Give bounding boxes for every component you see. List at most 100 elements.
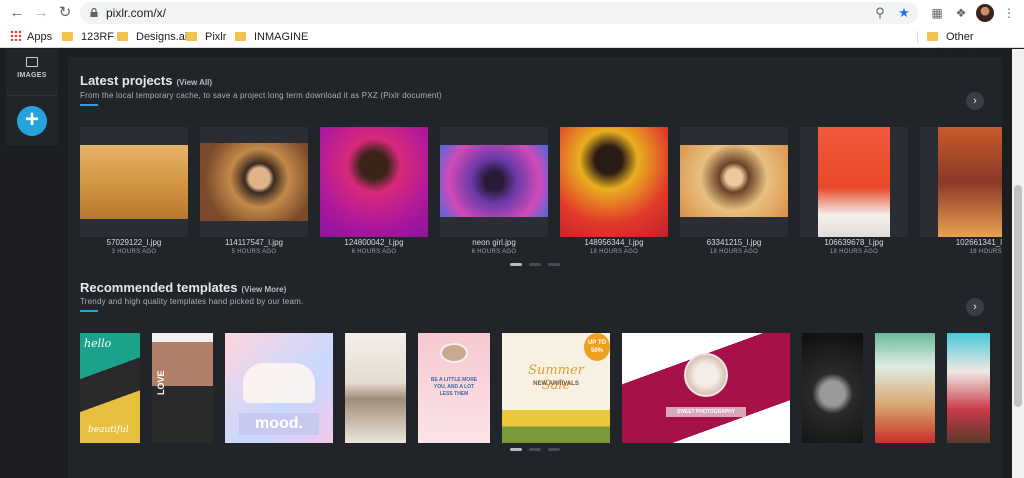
template-card[interactable]: UP TO 50% Summer Sale NEW ARRIVALS — [502, 333, 610, 443]
project-card[interactable]: 124800042_l.jpg 6 HOURS AGO — [320, 127, 428, 255]
template-text: SWEET PHOTOGRAPHY — [666, 407, 746, 417]
images-label: IMAGES — [17, 72, 47, 79]
project-name: 124800042_l.jpg — [344, 238, 404, 247]
project-name: 114117547_l.jpg — [225, 238, 283, 247]
page-dot[interactable] — [510, 448, 522, 451]
folder-icon — [235, 32, 246, 41]
project-thumbnail — [80, 145, 188, 219]
project-card[interactable]: 114117547_l.jpg 5 HOURS AGO — [200, 127, 308, 255]
templates-next-arrow[interactable]: › — [966, 298, 984, 316]
project-card[interactable]: 148956344_l.jpg 18 HOURS AGO — [560, 127, 668, 255]
template-card[interactable] — [345, 333, 406, 443]
forward-icon[interactable]: → — [32, 4, 50, 22]
latest-projects-subtitle: From the local temporary cache, to save … — [80, 91, 442, 100]
star-icon[interactable]: ★ — [896, 5, 912, 21]
projects-next-arrow[interactable]: › — [966, 92, 984, 110]
rail-divider — [6, 95, 58, 96]
template-text: LOVE — [156, 370, 166, 395]
project-time: 18 HOURS — [969, 249, 1002, 255]
menu-icon[interactable]: ⋮ — [1000, 4, 1018, 22]
back-icon[interactable]: ← — [8, 4, 26, 22]
scrollbar-track[interactable] — [1012, 49, 1024, 478]
shoe-image — [243, 363, 315, 403]
bookmark-apps[interactable]: Apps — [10, 29, 52, 45]
portrait-image — [440, 343, 468, 363]
section-accent — [80, 104, 98, 106]
page-dot[interactable] — [548, 448, 560, 451]
bookmark-other[interactable]: Other bookmarks — [927, 29, 1024, 59]
zoom-icon[interactable]: ⚲ — [872, 5, 888, 21]
project-thumbnail — [320, 127, 428, 237]
project-name: 57029122_l.jpg — [106, 238, 162, 247]
template-text: hello — [84, 337, 112, 350]
view-all-link[interactable]: (View All) — [176, 78, 212, 87]
reload-icon[interactable]: ↻ — [56, 4, 74, 22]
bookmark-123rf[interactable]: 123RF — [62, 29, 114, 45]
image-icon — [26, 57, 38, 67]
template-text: beautiful — [88, 425, 129, 435]
new-project-button[interactable]: + — [17, 106, 47, 136]
pixlr-app: IMAGES + Latest projects (View All) From … — [0, 49, 1012, 478]
bookmark-pixlr[interactable]: Pixlr — [186, 29, 226, 45]
project-time: 3 HOURS AGO — [111, 249, 157, 255]
images-tab[interactable]: IMAGES — [6, 49, 58, 95]
bookmarks-bar: Apps 123RF Designs.ai Pixlr INMAGINE Oth… — [0, 26, 1024, 59]
bookmark-designs-ai[interactable]: Designs.ai — [117, 29, 187, 45]
folder-icon — [186, 32, 197, 41]
page-dot[interactable] — [529, 263, 541, 266]
left-rail: IMAGES + — [6, 49, 58, 145]
folder-icon — [62, 32, 73, 41]
project-name: 148956344_l.jpg — [584, 238, 644, 247]
project-thumbnail — [440, 145, 548, 217]
project-thumbnail — [938, 127, 1002, 237]
address-bar[interactable]: pixlr.com/x/ ⚲ ★ — [80, 2, 918, 24]
lock-icon — [90, 8, 98, 17]
template-card[interactable] — [875, 333, 935, 443]
bookmark-inmagine[interactable]: INMAGINE — [235, 29, 308, 45]
templates-pagination — [510, 448, 560, 451]
page-dot[interactable] — [548, 263, 560, 266]
project-card[interactable]: neon girl.jpg 6 HOURS AGO — [440, 127, 548, 255]
project-card[interactable]: 57029122_l.jpg 3 HOURS AGO — [80, 127, 188, 255]
project-thumbnail — [818, 127, 890, 237]
template-card[interactable]: LOVE — [152, 333, 213, 443]
folder-icon — [117, 32, 128, 41]
latest-projects-title: Latest projects (View All) — [80, 73, 213, 88]
project-time: 18 HOURS AGO — [589, 249, 639, 255]
extension-icon[interactable]: ▦ — [928, 4, 946, 22]
page-dot[interactable] — [510, 263, 522, 266]
template-text: Summer Sale — [528, 363, 584, 393]
main-panel: Latest projects (View All) From the local… — [68, 57, 1002, 478]
project-name: 106639678_l.jpg — [824, 238, 884, 247]
templates-title: Recommended templates (View More) — [80, 280, 287, 295]
puzzle-icon[interactable]: ❖ — [952, 4, 970, 22]
portrait-image — [684, 353, 728, 397]
template-card[interactable] — [802, 333, 863, 443]
template-card[interactable]: SWEET PHOTOGRAPHY — [622, 333, 790, 443]
project-time: 6 HOURS AGO — [471, 249, 517, 255]
project-name: 102661341_l — [955, 238, 1002, 247]
template-text: NEW ARRIVALS — [533, 381, 579, 387]
template-card[interactable] — [947, 333, 990, 443]
projects-pagination — [510, 263, 560, 266]
project-card[interactable]: 102661341_l 18 HOURS — [920, 127, 1002, 255]
page-dot[interactable] — [529, 448, 541, 451]
project-card[interactable]: 63341215_l.jpg 18 HOURS AGO — [680, 127, 788, 255]
project-time: 18 HOURS AGO — [829, 249, 879, 255]
template-card[interactable]: hello beautiful — [80, 333, 140, 443]
project-time: 18 HOURS AGO — [709, 249, 759, 255]
profile-avatar[interactable] — [976, 4, 994, 22]
template-card[interactable]: mood. — [225, 333, 333, 443]
project-thumbnail — [200, 143, 308, 221]
templates-subtitle: Trendy and high quality templates hand p… — [80, 297, 304, 306]
apps-grid-icon — [10, 30, 21, 41]
project-card[interactable]: 106639678_l.jpg 18 HOURS AGO — [800, 127, 908, 255]
scrollbar-thumb[interactable] — [1014, 185, 1022, 407]
project-thumbnail — [560, 127, 668, 237]
view-more-link[interactable]: (View More) — [242, 285, 287, 294]
template-text: mood. — [239, 413, 319, 435]
template-card[interactable]: BE A LITTLE MORE YOU, AND A LOT LESS THE… — [418, 333, 490, 443]
sale-badge: UP TO 50% — [584, 333, 610, 361]
project-time: 5 HOURS AGO — [231, 249, 277, 255]
folder-icon — [927, 32, 938, 41]
